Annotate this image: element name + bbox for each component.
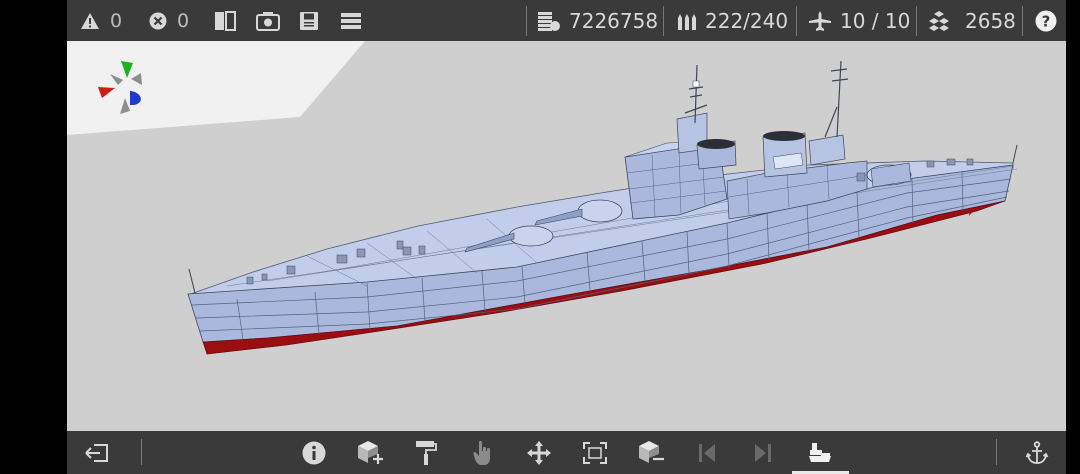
add-part-icon xyxy=(358,440,383,464)
app-window: 0 0 7226758 222/240 10 / 10 2658 ? xyxy=(67,0,1066,474)
warning-icon xyxy=(81,12,99,29)
paint-button[interactable] xyxy=(408,431,444,474)
3d-viewport[interactable] xyxy=(67,41,1066,431)
camera-icon xyxy=(256,11,280,31)
separator xyxy=(1022,6,1023,36)
exit-button[interactable] xyxy=(79,431,115,474)
coins-icon xyxy=(538,11,560,31)
menu-icon xyxy=(341,12,361,29)
ship-view-icon xyxy=(809,442,831,462)
remove-part-icon xyxy=(639,440,664,463)
separator xyxy=(526,6,527,36)
ship-view-button[interactable] xyxy=(802,431,838,474)
separator xyxy=(663,6,664,36)
weight-stat: 2658 xyxy=(927,0,1016,41)
previous-button[interactable] xyxy=(689,431,725,474)
info-icon xyxy=(302,441,326,464)
shells-icon xyxy=(678,13,696,30)
resize-icon xyxy=(583,441,607,464)
weight-value: 2658 xyxy=(965,8,1016,33)
paint-roller-icon xyxy=(416,440,437,465)
viewport-canvas[interactable] xyxy=(67,41,1066,431)
menu-button[interactable] xyxy=(341,0,361,41)
separator xyxy=(141,439,142,465)
aircraft-stat: 10 / 10 xyxy=(808,0,910,41)
next-icon xyxy=(755,443,771,462)
exit-icon xyxy=(85,443,108,462)
anchor-button[interactable] xyxy=(1019,431,1055,474)
screenshot-button[interactable] xyxy=(256,0,280,41)
cost-stat: 7226758 xyxy=(537,0,658,41)
next-button[interactable] xyxy=(745,431,781,474)
help-icon: ? xyxy=(1035,10,1057,31)
add-part-button[interactable] xyxy=(352,431,388,474)
airplane-icon xyxy=(809,10,831,31)
battleship-model[interactable] xyxy=(187,60,1018,355)
errors-indicator[interactable]: 0 xyxy=(149,0,189,41)
svg-text:?: ? xyxy=(1042,12,1051,30)
error-icon xyxy=(149,12,167,29)
separator xyxy=(996,439,997,465)
warnings-count: 0 xyxy=(110,9,123,32)
info-button[interactable] xyxy=(296,431,332,474)
resize-button[interactable] xyxy=(577,431,613,474)
warnings-indicator[interactable]: 0 xyxy=(80,0,122,41)
help-button[interactable]: ? xyxy=(1035,0,1057,41)
bottom-toolbar xyxy=(67,431,1066,474)
aircraft-value: 10 / 10 xyxy=(840,8,911,33)
ammo-stat: 222/240 xyxy=(677,0,788,41)
save-button[interactable] xyxy=(299,0,319,41)
weight-icon xyxy=(929,10,949,31)
move-button[interactable] xyxy=(521,431,557,474)
anchor-icon xyxy=(1025,440,1049,464)
separator xyxy=(916,6,917,36)
split-view-button[interactable] xyxy=(214,0,236,41)
move-icon xyxy=(527,440,551,465)
errors-count: 0 xyxy=(177,9,190,32)
cost-value: 7226758 xyxy=(569,8,659,33)
top-toolbar: 0 0 7226758 222/240 10 / 10 2658 ? xyxy=(67,0,1066,41)
previous-icon xyxy=(699,443,715,462)
hand-pointer-icon xyxy=(473,440,490,465)
select-button[interactable] xyxy=(465,431,501,474)
separator xyxy=(796,6,797,36)
save-icon xyxy=(300,11,318,30)
ammo-value: 222/240 xyxy=(705,8,789,33)
split-view-icon xyxy=(215,10,236,31)
remove-part-button[interactable] xyxy=(633,431,669,474)
